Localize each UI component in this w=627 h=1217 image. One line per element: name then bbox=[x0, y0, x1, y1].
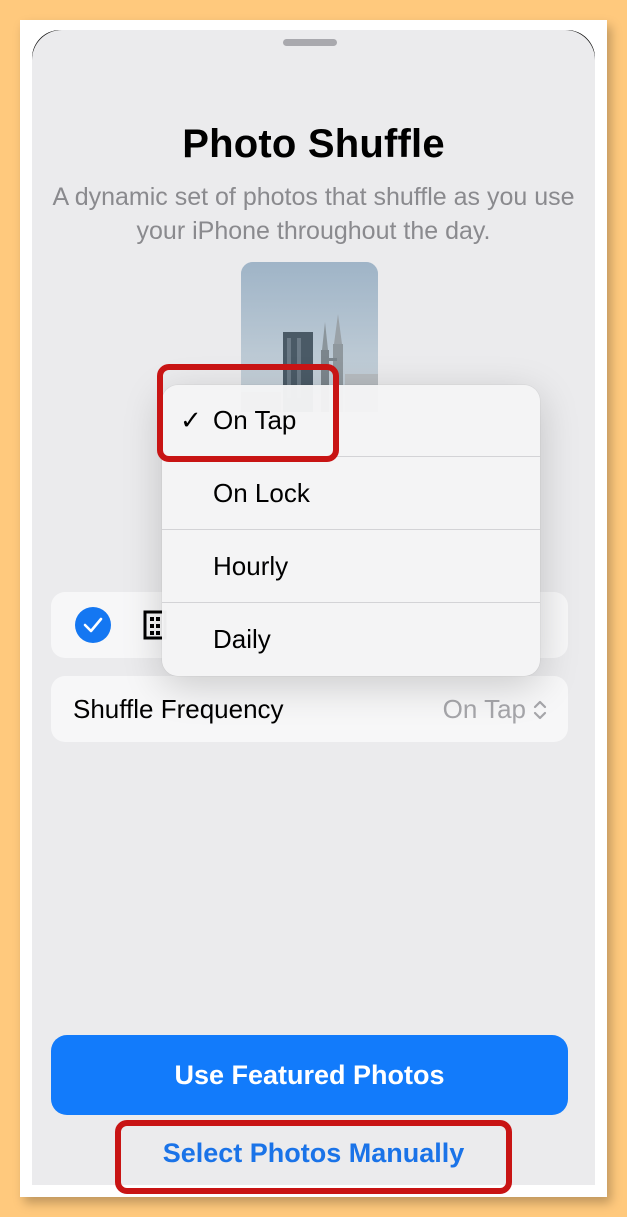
menu-item-on-lock[interactable]: On Lock bbox=[162, 458, 540, 530]
page-subtitle: A dynamic set of photos that shuffle as … bbox=[52, 183, 575, 245]
highlight-box-select-manually bbox=[115, 1120, 512, 1194]
shuffle-frequency-label: Shuffle Frequency bbox=[73, 694, 284, 724]
page-title: Photo Shuffle bbox=[182, 122, 445, 166]
photo-shuffle-sheet: Photo Shuffle A dynamic set of photos th… bbox=[32, 30, 595, 1185]
screenshot-frame: Photo Shuffle A dynamic set of photos th… bbox=[20, 20, 607, 1197]
checkmark-circle-icon[interactable] bbox=[75, 607, 111, 643]
shuffle-frequency-row[interactable]: Shuffle Frequency On Tap bbox=[51, 676, 568, 742]
menu-item-daily[interactable]: Daily bbox=[162, 604, 540, 676]
menu-item-hourly[interactable]: Hourly bbox=[162, 531, 540, 603]
shuffle-frequency-current: On Tap bbox=[442, 694, 526, 724]
chevron-up-down-icon bbox=[533, 700, 547, 719]
menu-item-label: Hourly bbox=[213, 551, 289, 581]
highlight-box-on-tap bbox=[157, 364, 339, 462]
use-featured-photos-button[interactable]: Use Featured Photos bbox=[51, 1035, 568, 1115]
shuffle-frequency-value[interactable]: On Tap bbox=[443, 694, 548, 725]
sheet-grabber[interactable] bbox=[283, 39, 337, 46]
menu-item-label: On Lock bbox=[213, 478, 310, 508]
menu-item-label: Daily bbox=[213, 624, 271, 654]
